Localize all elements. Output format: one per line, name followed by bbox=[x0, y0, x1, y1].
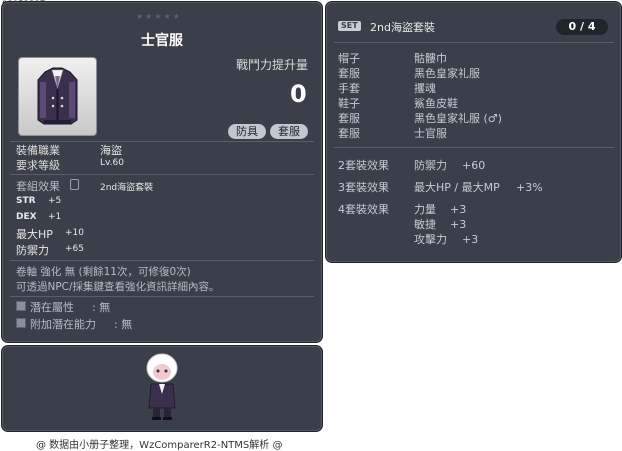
potential-label: 潛在屬性 bbox=[30, 301, 74, 314]
set-effect-2-value: +60 bbox=[462, 159, 486, 172]
stat-str-name: STR bbox=[16, 196, 36, 206]
divider bbox=[334, 42, 614, 43]
set-effect-3-value: +3% bbox=[516, 181, 543, 194]
set-effect-4-stat: 敏捷 bbox=[414, 218, 436, 231]
power-increase-label: 戰鬥力提升量 bbox=[236, 58, 309, 72]
npc-info-line: 可透過NPC/採集鍵查看強化資訊詳細內容。 bbox=[16, 281, 220, 293]
stat-dex-name: DEX bbox=[16, 212, 37, 222]
star-force-stars: ★★★★★ bbox=[136, 12, 182, 21]
stat-def-value: +65 bbox=[65, 244, 84, 254]
set-effect-4-stat: 力量 bbox=[414, 203, 436, 216]
lock-icon bbox=[70, 179, 79, 190]
set-part-slot: 套服 bbox=[338, 67, 360, 80]
tag-armor: 防具 bbox=[228, 124, 266, 139]
set-title: 2nd海盜套裝 bbox=[370, 21, 435, 34]
level-label: 要求等級 bbox=[16, 159, 60, 172]
tag-overall: 套服 bbox=[270, 124, 308, 139]
set-part-name: 骷髏巾 bbox=[414, 52, 447, 65]
stat-def-name: 防禦力 bbox=[16, 244, 49, 257]
divider bbox=[10, 174, 314, 175]
scroll-enhance-line: 卷軸 強化 無 (剩餘11次，可修復0次) bbox=[16, 266, 191, 278]
character-avatar bbox=[146, 353, 178, 420]
bonus-potential-checkbox-icon bbox=[16, 318, 26, 328]
character-preview-panel bbox=[1, 345, 323, 432]
stat-hp-name: 最大HP bbox=[16, 228, 53, 241]
set-info-panel: SET 2nd海盜套裝 0 / 4 帽子 骷髏巾 套服 黑色皇家礼服 手套 攫魂… bbox=[325, 1, 622, 263]
footer-credit: @ 数据由小册子整理，WzComparerR2-NTMS解析 @ bbox=[36, 440, 283, 451]
set-part-slot: 手套 bbox=[338, 82, 360, 95]
set-effect-label: 套組效果 bbox=[16, 180, 60, 193]
stat-str-value: +5 bbox=[48, 196, 62, 206]
military-coat-icon bbox=[37, 67, 78, 125]
set-part-slot: 套服 bbox=[338, 127, 360, 140]
stat-dex-value: +1 bbox=[48, 212, 62, 222]
set-part-name: 黑色皇家礼服 (♂) bbox=[414, 112, 502, 125]
set-effect-2-label: 2套裝效果 bbox=[338, 159, 389, 172]
potential-value: : 無 bbox=[92, 301, 111, 314]
item-tooltip-panel: ★★★★★ 士官服 戰鬥力提升量 0 防具 套服 裝備職業 海盜 要求等級 Lv… bbox=[1, 1, 323, 343]
set-part-name: 攫魂 bbox=[414, 82, 436, 95]
stat-hp-value: +10 bbox=[65, 228, 84, 238]
set-effect-4-value: +3 bbox=[462, 233, 479, 246]
set-badge: SET bbox=[338, 21, 361, 31]
set-count: 0 / 4 bbox=[556, 19, 608, 35]
divider bbox=[334, 147, 614, 148]
job-label: 裝備職業 bbox=[16, 144, 60, 157]
divider bbox=[10, 296, 314, 297]
set-effect-3-label: 3套裝效果 bbox=[338, 181, 389, 194]
set-effect-4-value: +3 bbox=[450, 203, 467, 216]
bonus-potential-label: 附加潛在能力 bbox=[30, 318, 96, 331]
divider bbox=[10, 260, 314, 261]
set-part-name: 黑色皇家礼服 bbox=[414, 67, 480, 80]
set-part-name: 士官服 bbox=[414, 127, 447, 140]
level-value: Lv.60 bbox=[100, 158, 124, 168]
item-icon bbox=[18, 57, 97, 136]
set-effect-2-stat: 防禦力 bbox=[414, 159, 447, 172]
potential-checkbox-icon bbox=[16, 301, 26, 311]
set-effect-4-stat: 攻擊力 bbox=[414, 233, 447, 246]
set-effect-4-value: +3 bbox=[450, 218, 467, 231]
set-effect-4-label: 4套裝效果 bbox=[338, 203, 389, 216]
set-part-name: 鯊鱼皮鞋 bbox=[414, 97, 458, 110]
bonus-potential-value: : 無 bbox=[114, 318, 133, 331]
item-name: 士官服 bbox=[141, 33, 183, 49]
job-value: 海盜 bbox=[100, 144, 122, 157]
set-effect-3-stat: 最大HP / 最大MP bbox=[414, 181, 500, 194]
set-part-slot: 套服 bbox=[338, 112, 360, 125]
set-part-slot: 帽子 bbox=[338, 52, 360, 65]
power-increase-value: 0 bbox=[290, 80, 307, 108]
set-effect-value: 2nd海盜套裝 bbox=[100, 183, 154, 193]
set-part-slot: 鞋子 bbox=[338, 97, 360, 110]
